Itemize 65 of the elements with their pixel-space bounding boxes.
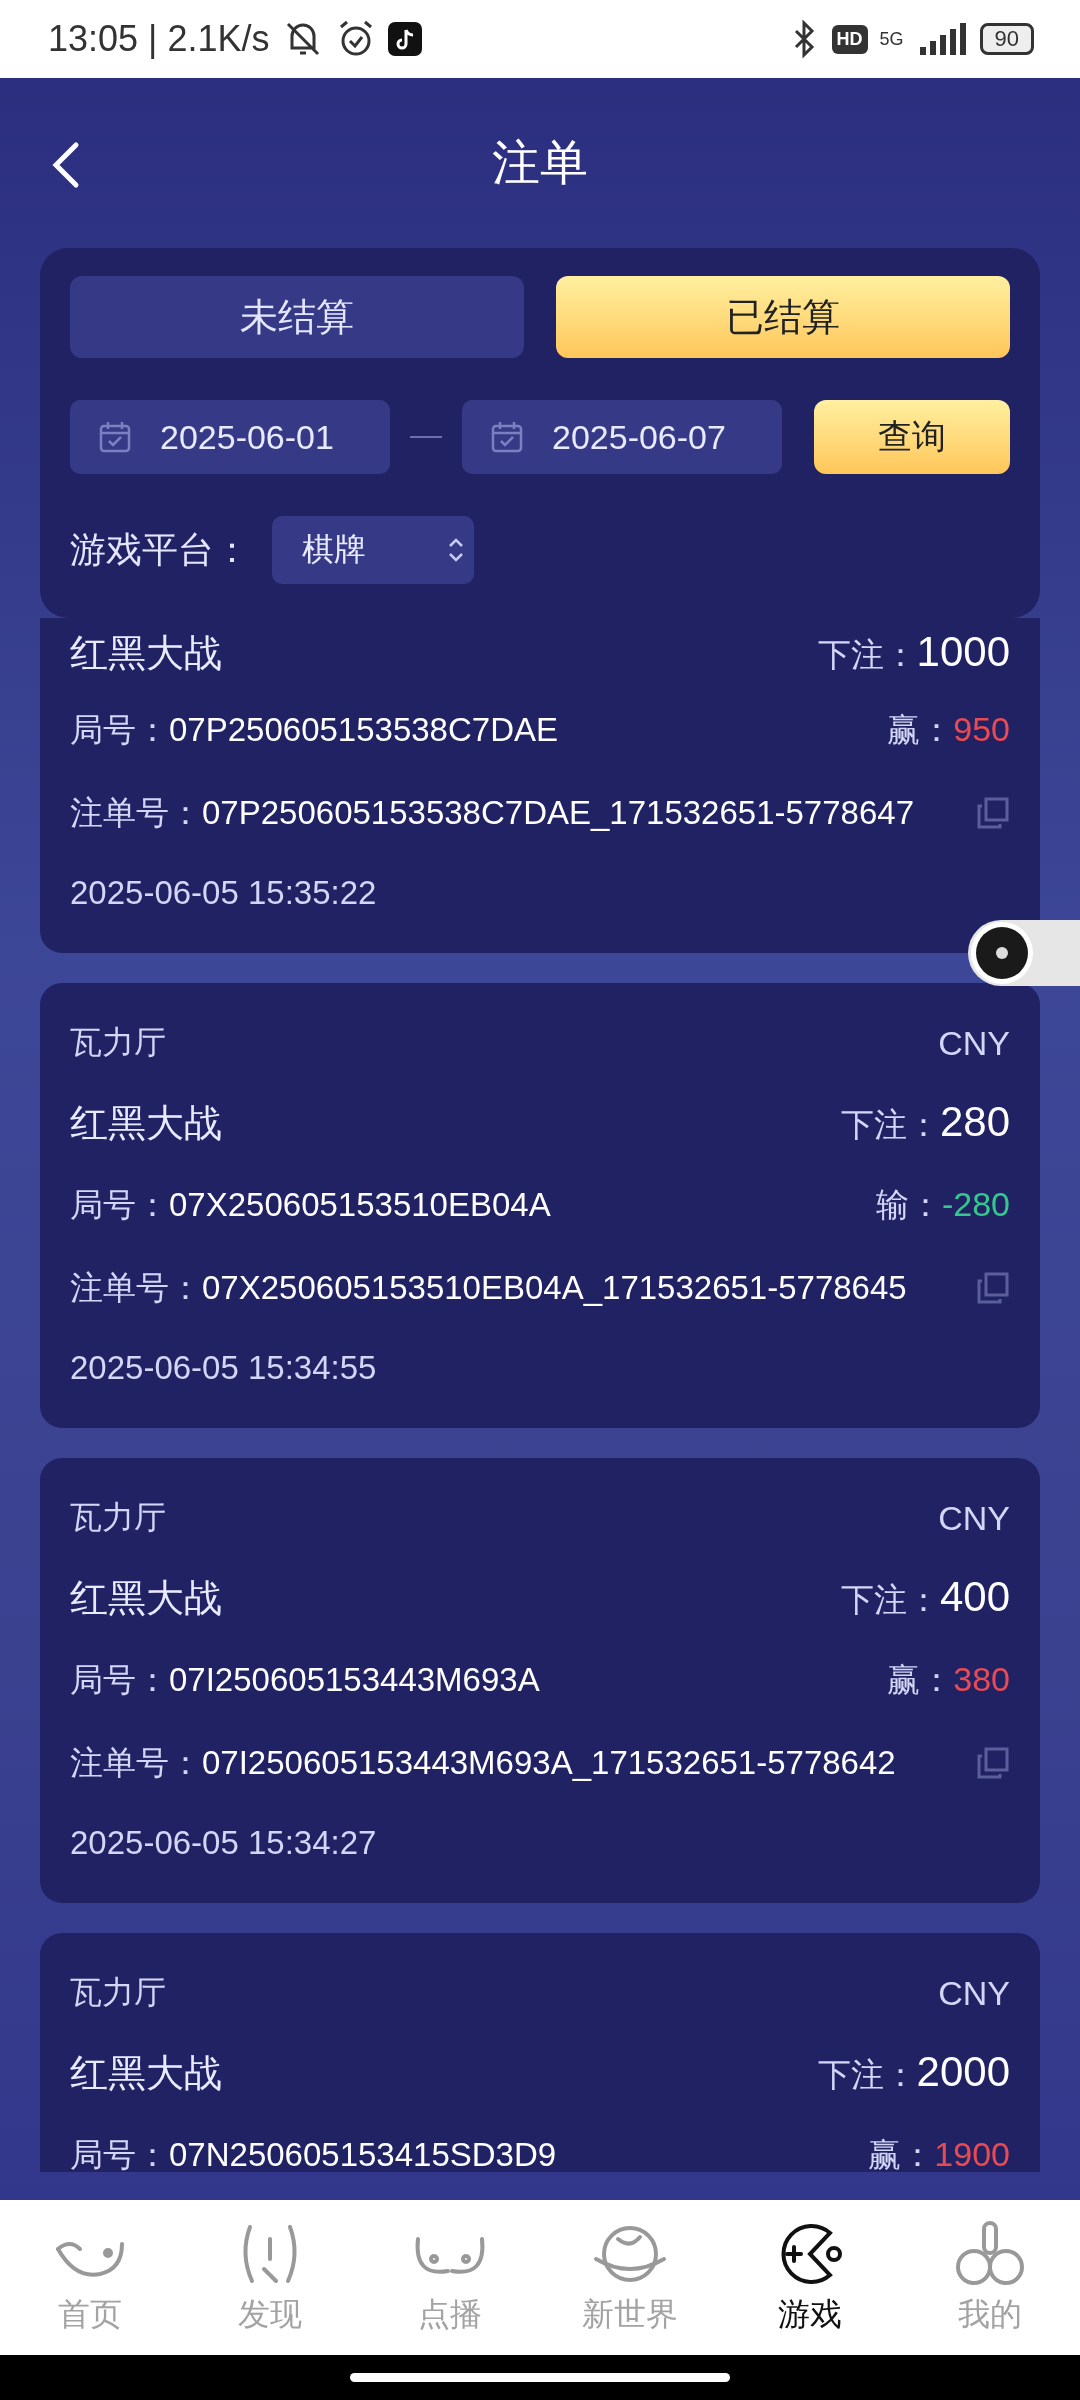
copy-icon[interactable]: [976, 1271, 1010, 1305]
venue-name: 瓦力厅: [70, 1972, 166, 2013]
bet-time: 2025-06-05 15:34:55: [70, 1349, 377, 1387]
bet-amount: 2000: [916, 2048, 1010, 2096]
game-name: 红黑大战: [70, 629, 222, 677]
network-type: 5G: [879, 28, 904, 50]
app-icon: [387, 22, 422, 56]
bet-label: 下注：: [817, 634, 917, 676]
currency: CNY: [938, 1023, 1010, 1063]
venue-name: 瓦力厅: [70, 1497, 166, 1538]
round-number: 07P250605153538C7DAE: [169, 711, 558, 749]
order-label: 注单号：: [70, 791, 202, 834]
copy-icon[interactable]: [976, 796, 1010, 830]
calendar-icon: [490, 420, 524, 454]
start-date-field[interactable]: 2025-06-01: [70, 400, 390, 474]
round-label: 局号：: [70, 1659, 169, 1701]
battery-level: 90: [979, 23, 1034, 55]
back-icon[interactable]: [50, 141, 80, 189]
currency: CNY: [938, 1498, 1010, 1538]
venue-name: 瓦力厅: [70, 1022, 166, 1063]
bet-label: 下注：: [817, 2054, 917, 2096]
order-number: 07P250605153538C7DAE_171532651-5778647: [202, 793, 914, 832]
order-number: 07I250605153443M693A_171532651-5778642: [202, 1743, 896, 1782]
result-amount: 950: [953, 710, 1010, 749]
bet-label: 下注：: [840, 1104, 940, 1146]
result-amount: 1900: [934, 2135, 1010, 2172]
copy-icon[interactable]: [976, 1746, 1010, 1780]
game-name: 红黑大战: [70, 1574, 222, 1622]
query-button[interactable]: 查询: [814, 400, 1010, 474]
bet-amount: 1000: [916, 628, 1010, 676]
page-title: 注单: [492, 133, 588, 192]
bet-time: 2025-06-05 15:35:22: [70, 874, 377, 912]
platform-select[interactable]: 棋牌: [272, 516, 474, 584]
round-number: 07I250605153443M693A: [169, 1661, 540, 1699]
game-name: 红黑大战: [70, 2049, 222, 2097]
status-tab[interactable]: 已结算: [556, 276, 1010, 358]
hd-badge: HD: [831, 24, 868, 54]
result-label: 赢：: [868, 2134, 935, 2172]
platform-label: 游戏平台：: [70, 527, 250, 572]
round-number: 07X250605153510EB04A: [169, 1186, 551, 1224]
nav-tab[interactable]: 游戏: [720, 2200, 900, 2355]
floating-player[interactable]: [968, 920, 1080, 986]
disc-icon: [970, 921, 1034, 985]
calendar-icon: [98, 420, 132, 454]
bet-time: 2025-06-05 15:34:27: [70, 1824, 377, 1862]
bet-amount: 280: [939, 1098, 1010, 1146]
round-label: 局号：: [70, 709, 169, 751]
order-label: 注单号：: [70, 1266, 202, 1309]
game-name: 红黑大战: [70, 1099, 222, 1147]
round-label: 局号：: [70, 2134, 169, 2172]
bet-amount: 400: [939, 1573, 1010, 1621]
result-amount: 380: [953, 1660, 1010, 1699]
order-label: 注单号：: [70, 1741, 202, 1784]
status-tab[interactable]: 未结算: [70, 276, 524, 358]
order-number: 07X250605153510EB04A_171532651-5778645: [202, 1268, 907, 1307]
end-date-field[interactable]: 2025-06-07: [462, 400, 782, 474]
round-number: 07N250605153415SD3D9: [169, 2136, 557, 2172]
bet-label: 下注：: [840, 1579, 940, 1621]
result-amount: -280: [941, 1185, 1010, 1224]
currency: CNY: [938, 1973, 1010, 2013]
result-label: 赢：: [887, 709, 954, 751]
status-time: 13:05 | 2.1K/s: [48, 18, 270, 60]
round-label: 局号：: [70, 1184, 169, 1226]
result-label: 赢：: [887, 1659, 954, 1701]
result-label: 输：: [875, 1184, 942, 1226]
